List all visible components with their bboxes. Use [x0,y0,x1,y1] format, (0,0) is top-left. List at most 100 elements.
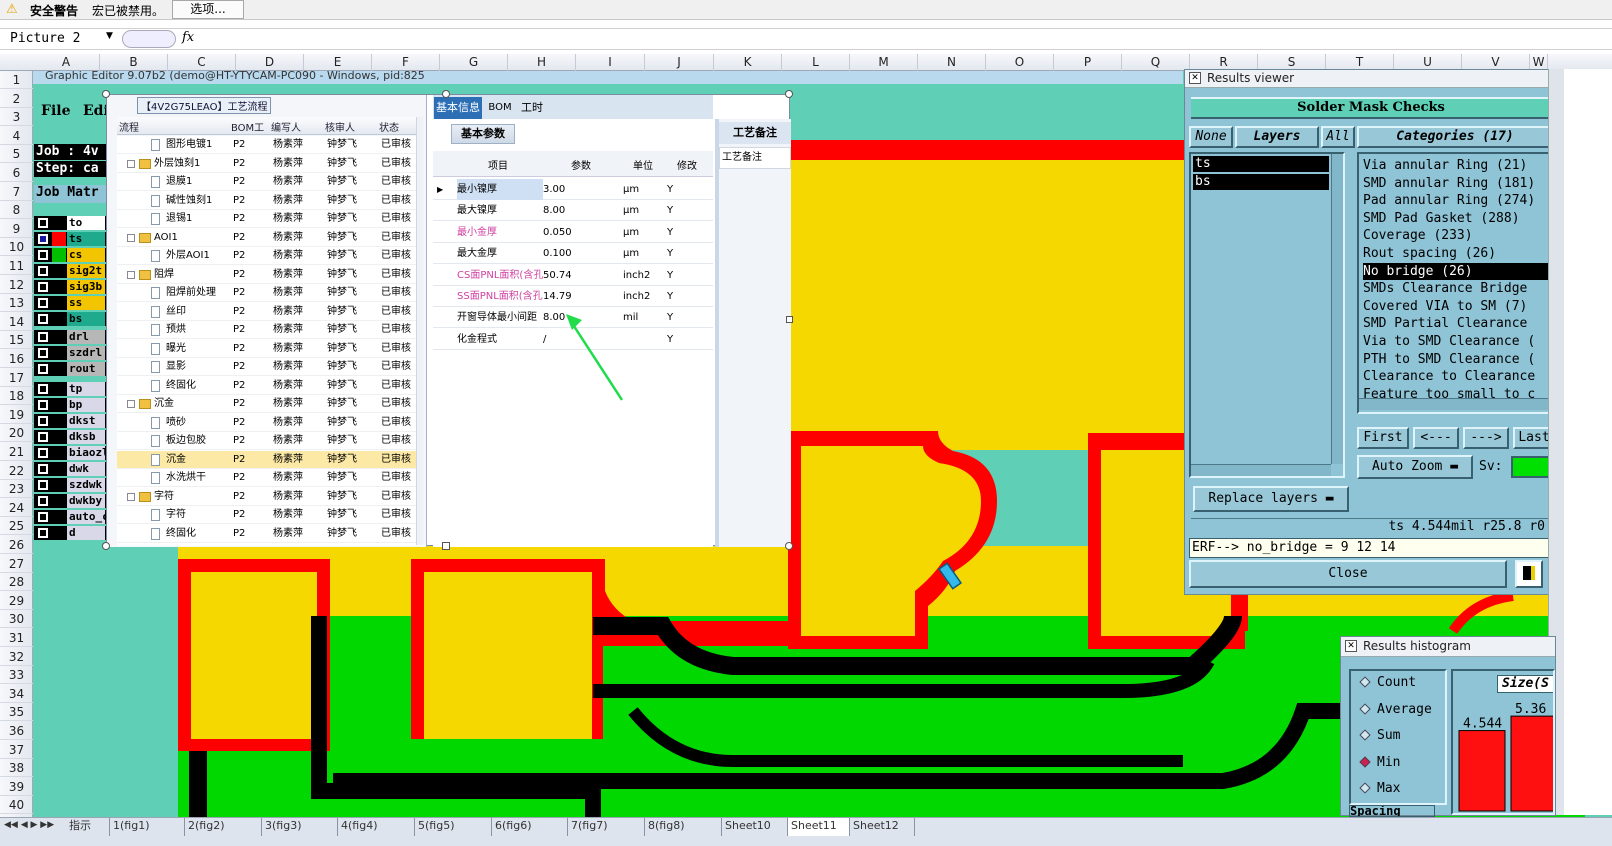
radio-diamond-icon[interactable] [1359,702,1371,715]
process-row[interactable]: 显影 P2 杨素萍 钟梦飞 已审核 [117,358,423,376]
selection-handle[interactable] [785,90,793,98]
category-item[interactable]: Pad annular Ring (274) [1363,192,1535,209]
column-header-cell[interactable]: K [714,54,782,71]
layer-checkbox[interactable] [38,218,48,228]
radio-diamond-icon[interactable] [1359,782,1371,794]
category-item[interactable]: Via annular Ring (21) [1363,157,1527,174]
process-row[interactable]: 阻焊前处理 P2 杨素萍 钟梦飞 已审核 [117,284,423,302]
process-column-header[interactable]: 流程 [119,119,231,134]
row-header-cell[interactable]: 10 [0,238,33,257]
category-item[interactable]: PTH to SMD Clearance ( [1363,351,1535,368]
layer-checkbox[interactable] [38,250,48,260]
category-hscrollbar[interactable] [1359,398,1551,410]
sheet-tab[interactable]: 3(fig3) [262,818,338,836]
selection-handle[interactable] [442,90,450,98]
column-header-cell[interactable]: E [304,54,372,71]
category-item[interactable]: SMDs Clearance Bridge [1363,280,1527,297]
selection-handle[interactable] [102,542,110,550]
process-row[interactable]: 沉金 P2 杨素萍 钟梦飞 已审核 [117,395,423,413]
collapse-toggle-icon[interactable] [127,159,135,168]
category-list[interactable]: Via annular Ring (21) SMD annular Ring (1… [1357,152,1553,414]
function-icon[interactable]: fx [182,30,194,45]
tab-bom[interactable]: BOM [487,97,513,119]
process-row[interactable]: 阻焊 P2 杨素萍 钟梦飞 已审核 [117,266,423,284]
column-header-cell[interactable]: D [236,54,304,71]
process-row[interactable]: 水洗烘干 P2 杨素萍 钟梦飞 已审核 [117,469,423,487]
category-item[interactable]: Covered VIA to SM (7) [1363,298,1527,315]
layer-checkbox[interactable] [38,266,48,276]
column-header-cell[interactable]: J [645,54,714,71]
category-item[interactable]: Rout spacing (26) [1363,245,1496,262]
row-header-cell[interactable]: 7 [0,183,33,201]
row-header-cell[interactable]: 21 [0,443,33,461]
row-header-cell[interactable]: 8 [0,201,33,220]
row-header-cell[interactable]: 40 [0,796,33,815]
process-row[interactable]: 图形电镀1 P2 杨素萍 钟梦飞 已审核 [117,136,423,154]
process-row[interactable]: 丝印 P2 杨素萍 钟梦飞 已审核 [117,303,423,321]
process-row[interactable]: 字符 P2 杨素萍 钟梦飞 已审核 [117,488,423,506]
process-scrollbar[interactable] [416,117,423,545]
collapse-toggle-icon[interactable] [127,400,135,408]
param-column-header[interactable]: 单位 [621,157,665,172]
layer-matrix-row[interactable]: cs [34,248,106,262]
column-header-cell[interactable]: I [576,54,645,71]
layer-checkbox[interactable] [38,448,48,458]
row-header-cell[interactable]: 39 [0,778,33,796]
collapse-toggle-icon[interactable] [127,492,135,501]
layer-matrix-row[interactable]: sig3b [34,280,106,294]
row-header-cell[interactable]: 30 [0,610,33,629]
param-row[interactable]: 最大镍厚 8.00 μm Y [433,200,713,222]
layer-checkbox[interactable] [38,528,48,538]
close-button[interactable]: Close [1189,560,1507,588]
param-row[interactable]: SS面PNL面积(含孔) 14.79 inch2 Y [433,286,713,307]
categories-button[interactable]: Categories (17) [1357,126,1553,148]
tab-basic-info[interactable]: 基本信息 [434,97,482,119]
param-value[interactable]: 3.00 [543,179,565,200]
category-item[interactable]: SMD Pad Gasket (288) [1363,210,1520,227]
layer-matrix-row[interactable]: bp [34,398,106,412]
column-header-cell[interactable]: P [1054,54,1122,71]
process-row[interactable]: 终固化 P2 杨素萍 钟梦飞 已审核 [117,377,423,395]
category-item[interactable]: No bridge (26) [1363,262,1551,280]
layer-checkbox[interactable] [38,432,48,442]
row-header-cell[interactable]: 25 [0,517,33,536]
layer-checkbox[interactable] [38,400,48,410]
row-header-cell[interactable]: 27 [0,555,33,573]
layer-matrix-row[interactable]: szdwk [34,478,106,492]
process-row[interactable]: 喷砂 P2 杨素萍 钟梦飞 已审核 [117,414,423,432]
row-header-cell[interactable]: 28 [0,573,33,592]
row-header-cell[interactable]: 16 [0,350,33,368]
histogram-option-max[interactable]: Max [1359,781,1400,796]
row-header-cell[interactable]: 3 [0,108,33,127]
layer-matrix-row[interactable]: to [34,216,106,230]
category-item[interactable]: SMD annular Ring (181) [1363,175,1535,192]
sheet-tab[interactable]: 2(fig2) [185,818,262,836]
layer-matrix-row[interactable]: szdrl [34,346,106,360]
menu-edit[interactable]: Edi [83,103,109,119]
layer-matrix-row[interactable]: bs [34,312,106,326]
process-row[interactable]: 退锡1 P2 杨素萍 钟梦飞 已审核 [117,210,423,228]
process-row[interactable]: 退膜1 P2 杨素萍 钟梦飞 已审核 [117,173,423,191]
layer-matrix-row[interactable]: dksb [34,430,106,444]
layer-list-hscrollbar[interactable] [1191,464,1331,476]
histogram-option-min[interactable]: Min [1359,755,1400,770]
layer-matrix-row[interactable]: dwk [34,462,106,476]
process-row[interactable]: 终固化 P2 杨素萍 钟梦飞 已审核 [117,525,423,543]
row-header-cell[interactable]: 2 [0,90,33,108]
row-header-cell[interactable]: 6 [0,164,33,182]
auto-zoom-button[interactable]: Auto Zoom ▬ [1357,455,1473,479]
close-icon[interactable]: ✕ [1345,640,1357,652]
row-header-cell[interactable]: 4 [0,127,33,145]
selection-handle[interactable] [442,542,450,550]
process-row[interactable]: AOI1 P2 杨素萍 钟梦飞 已审核 [117,229,423,247]
layer-checkbox[interactable] [38,314,48,324]
row-header-cell[interactable]: 36 [0,722,33,740]
collapse-toggle-icon[interactable] [127,233,135,242]
param-row[interactable]: ▶ 最小镍厚 3.00 μm Y [433,179,713,200]
sheet-tab[interactable]: Sheet12 [850,818,915,836]
layer-checkbox[interactable] [38,416,48,426]
process-column-header[interactable]: 编写人 [271,119,325,134]
param-row[interactable]: 最大金厚 0.100 μm Y [433,243,713,265]
layer-list-item[interactable]: bs [1193,174,1329,190]
row-header-cell[interactable]: 19 [0,406,33,424]
